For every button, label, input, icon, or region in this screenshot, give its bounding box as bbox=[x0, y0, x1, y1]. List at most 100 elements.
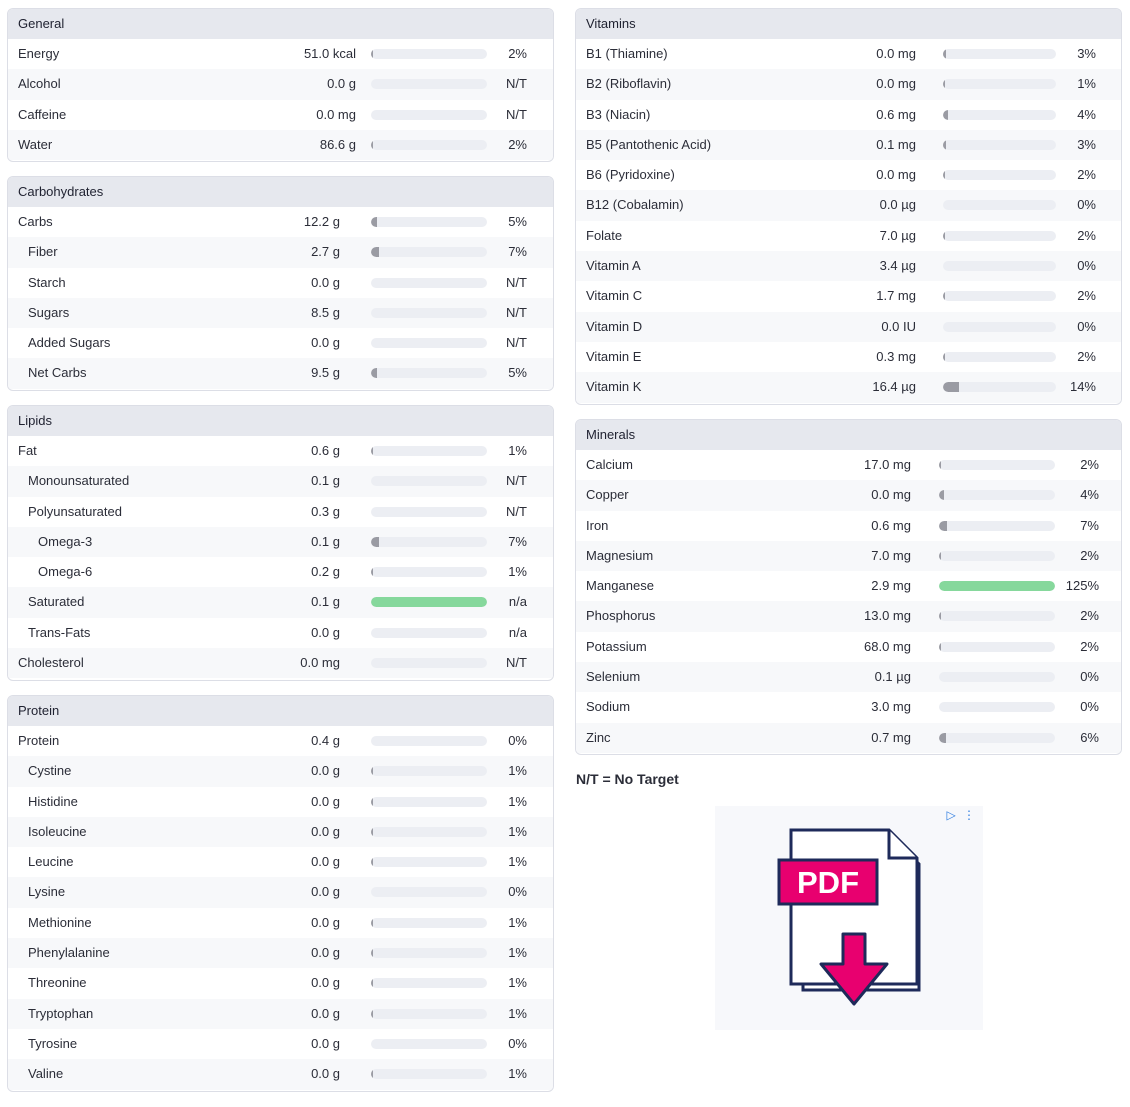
nutrient-name: B3 (Niacin) bbox=[586, 106, 651, 122]
pdf-download-icon[interactable]: PDF bbox=[715, 806, 983, 1030]
nutrient-amount: 68.0 mg bbox=[864, 638, 911, 654]
target-progress-bar bbox=[371, 857, 487, 868]
nutrient-row-b6-pyridoxine: B6 (Pyridoxine) 0.0 mg 2% bbox=[576, 160, 1121, 191]
target-percent: 6% bbox=[1080, 729, 1099, 745]
nutrient-row-vitamin-d: Vitamin D 0.0 IU 0% bbox=[576, 311, 1121, 342]
target-progress-bar bbox=[371, 736, 487, 746]
target-progress-fill bbox=[371, 217, 377, 227]
nutrient-name: Alcohol bbox=[18, 76, 61, 92]
nutrient-row-leucine: Leucine 0.0 g 1% bbox=[8, 847, 553, 878]
nutrient-row-caffeine: Caffeine 0.0 mg N/T bbox=[8, 99, 553, 130]
target-percent: 1% bbox=[508, 823, 527, 839]
nutrient-amount: 0.1 g bbox=[311, 594, 340, 610]
target-progress-bar bbox=[939, 732, 1055, 743]
nutrient-name: Zinc bbox=[586, 729, 611, 745]
target-progress-bar bbox=[371, 49, 487, 59]
target-progress-bar bbox=[943, 382, 1056, 393]
nutrient-name: Water bbox=[18, 136, 53, 152]
target-progress-fill bbox=[939, 490, 944, 501]
nutrient-row-vitamin-k: Vitamin K 16.4 µg 14% bbox=[576, 372, 1121, 403]
nutrient-name: Threonine bbox=[28, 975, 87, 991]
nutrient-row-energy: Energy 51.0 kcal 2% bbox=[8, 39, 553, 70]
target-progress-bar bbox=[371, 658, 487, 669]
nutrient-amount: 0.0 µg bbox=[879, 197, 916, 213]
nutrient-amount: 1.7 mg bbox=[876, 288, 916, 304]
target-percent: 0% bbox=[1080, 669, 1099, 685]
target-percent: 2% bbox=[1080, 457, 1099, 472]
target-progress-fill bbox=[943, 109, 948, 120]
nutrient-row-isoleucine: Isoleucine 0.0 g 1% bbox=[8, 816, 553, 848]
nutrient-name: Vitamin K bbox=[586, 379, 642, 395]
target-progress-bar bbox=[371, 1008, 487, 1019]
nutrient-name: Added Sugars bbox=[28, 335, 111, 351]
nutrient-name: Polyunsaturated bbox=[28, 503, 122, 519]
nutrient-name: Protein bbox=[18, 733, 60, 748]
target-percent: 1% bbox=[508, 854, 527, 870]
target-progress-bar bbox=[943, 200, 1056, 211]
nutrient-amount: 3.0 mg bbox=[871, 699, 911, 715]
nutrient-name: Sugars bbox=[28, 304, 70, 320]
nutrient-row-tryptophan: Tryptophan 0.0 g 1% bbox=[8, 998, 553, 1029]
panel-lipids-header: Lipids bbox=[8, 406, 553, 436]
nutrient-row-folate: Folate 7.0 µg 2% bbox=[576, 220, 1121, 252]
nutrient-row-potassium: Potassium 68.0 mg 2% bbox=[576, 631, 1121, 663]
nutrient-name: Phosphorus bbox=[586, 608, 656, 624]
target-progress-fill bbox=[371, 597, 487, 608]
target-progress-fill bbox=[943, 139, 946, 150]
target-percent: 0% bbox=[1077, 258, 1096, 274]
panel-general: General Energy 51.0 kcal 2% Alcohol 0.0 g N/T… bbox=[7, 8, 554, 162]
nutrient-name: Potassium bbox=[586, 638, 647, 654]
target-progress-bar bbox=[943, 261, 1056, 272]
target-progress-bar bbox=[939, 520, 1055, 531]
nutrient-amount: 12.2 g bbox=[303, 214, 340, 229]
target-progress-bar bbox=[939, 702, 1055, 713]
nutrient-amount: 9.5 g bbox=[311, 365, 340, 381]
nutrient-row-sugars: Sugars 8.5 g N/T bbox=[8, 297, 553, 329]
panel-minerals: Minerals Calcium 17.0 mg 2% Copper 0.0 mg 4% I… bbox=[575, 419, 1122, 755]
target-percent: 1% bbox=[508, 443, 527, 458]
nutrient-amount: 0.1 mg bbox=[876, 136, 916, 152]
target-progress-bar bbox=[371, 917, 487, 928]
panel-vitamins: Vitamins B1 (Thiamine) 0.0 mg 3% B2 (Ribofl… bbox=[575, 8, 1122, 405]
nutrient-amount: 7.0 µg bbox=[879, 227, 916, 243]
nutrient-amount: 0.0 g bbox=[311, 1066, 340, 1082]
target-percent: N/T bbox=[506, 655, 527, 671]
target-progress-bar bbox=[371, 338, 487, 349]
nutrient-row-fat: Fat 0.6 g 1% bbox=[8, 436, 553, 467]
target-percent: n/a bbox=[508, 624, 527, 640]
vitamins-rows: B1 (Thiamine) 0.0 mg 3% B2 (Riboflavin) 0.0 … bbox=[576, 39, 1121, 403]
nutrient-amount: 0.0 g bbox=[311, 793, 340, 809]
target-percent: 3% bbox=[1077, 136, 1096, 152]
nutrient-row-omega-3: Omega-3 0.1 g 7% bbox=[8, 526, 553, 558]
target-progress-bar bbox=[939, 611, 1055, 622]
minerals-rows: Calcium 17.0 mg 2% Copper 0.0 mg 4% Iron 0.6 mg… bbox=[576, 450, 1121, 753]
target-progress-fill bbox=[371, 917, 373, 928]
target-progress-fill bbox=[939, 460, 941, 470]
target-progress-bar bbox=[371, 446, 487, 456]
target-progress-bar bbox=[939, 550, 1055, 561]
nutrient-row-selenium: Selenium 0.1 µg 0% bbox=[576, 662, 1121, 693]
carbohydrates-rows: Carbs 12.2 g 5% Fiber 2.7 g 7% Starch 0.0 g N/T S… bbox=[8, 207, 553, 389]
nutrient-name: Vitamin E bbox=[586, 348, 642, 364]
nutrient-row-b5-pantothenic-acid: B5 (Pantothenic Acid) 0.1 mg 3% bbox=[576, 129, 1121, 161]
target-progress-fill bbox=[371, 796, 373, 807]
nutrient-row-carbs: Carbs 12.2 g 5% bbox=[8, 207, 553, 238]
target-progress-bar bbox=[371, 139, 487, 150]
panel-carbohydrates: Carbohydrates Carbs 12.2 g 5% Fiber 2.7 g 7% S… bbox=[7, 176, 554, 391]
nutrient-amount: 2.7 g bbox=[311, 244, 340, 260]
pdf-download-ad[interactable]: ▷ ⋮ PDF bbox=[715, 806, 983, 1030]
nutrient-name: Caffeine bbox=[18, 106, 67, 122]
target-progress-bar bbox=[371, 1038, 487, 1049]
target-percent: 4% bbox=[1080, 487, 1099, 503]
target-progress-fill bbox=[371, 247, 379, 258]
target-percent: 1% bbox=[508, 945, 527, 961]
nutrient-row-trans-fats: Trans-Fats 0.0 g n/a bbox=[8, 617, 553, 649]
target-progress-fill bbox=[943, 170, 945, 181]
target-percent: 1% bbox=[508, 1066, 527, 1082]
nutrient-name: Monounsaturated bbox=[28, 473, 130, 489]
target-percent: n/a bbox=[508, 594, 527, 610]
target-progress-bar bbox=[943, 109, 1056, 120]
target-percent: 0% bbox=[1080, 699, 1099, 715]
nutrient-name: Selenium bbox=[586, 669, 641, 685]
panel-carbohydrates-header: Carbohydrates bbox=[8, 177, 553, 207]
